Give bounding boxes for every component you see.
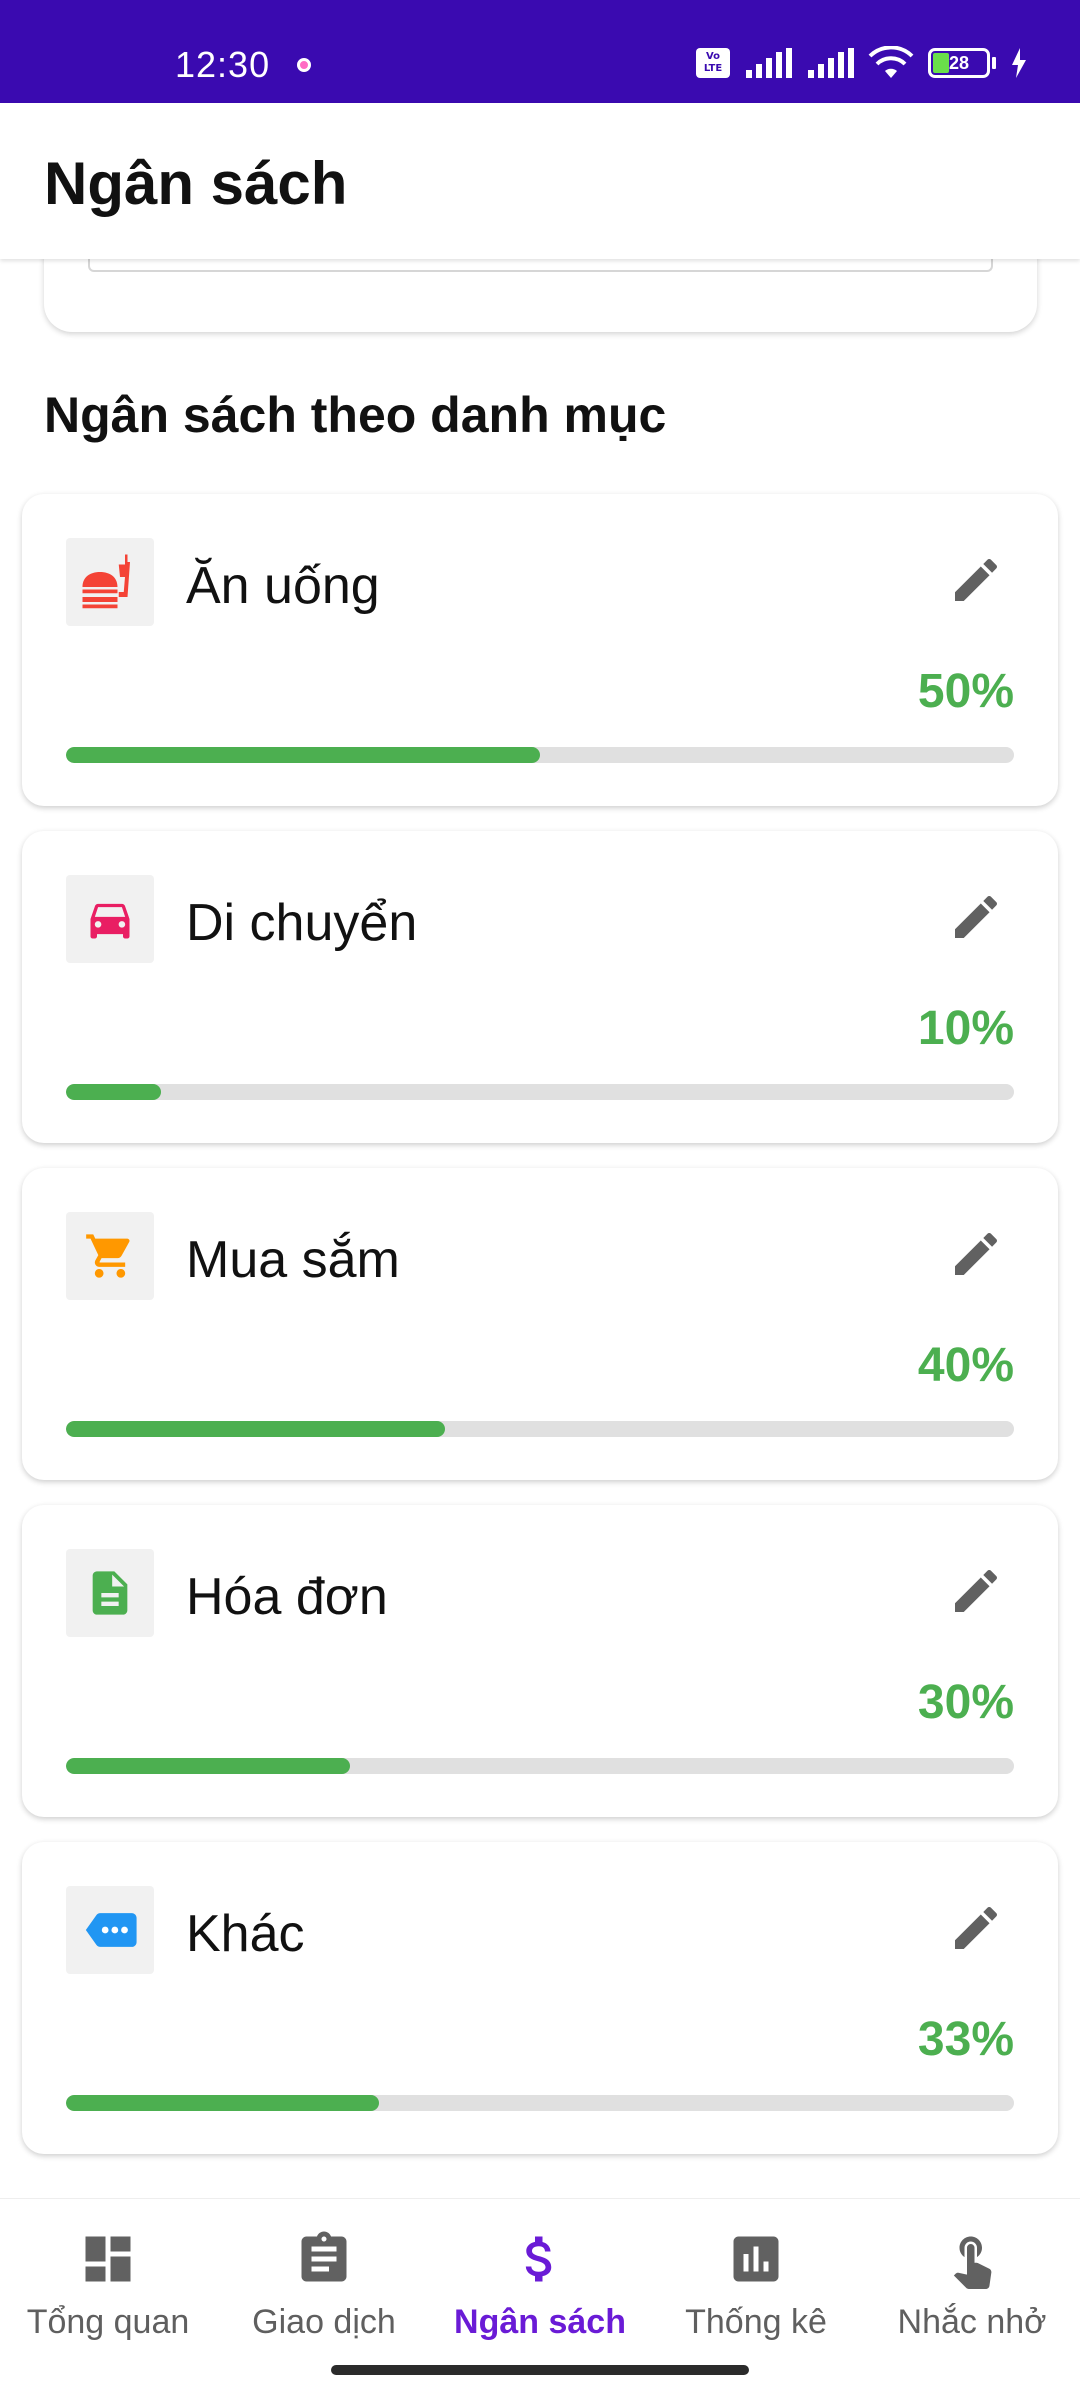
pencil-icon — [955, 558, 998, 601]
progress-track — [66, 2095, 1014, 2111]
category-card-khac[interactable]: Khác 33% — [22, 1842, 1058, 2154]
edit-button[interactable] — [940, 1218, 1012, 1290]
page-title: Ngân sách — [44, 150, 348, 217]
category-name: Mua sắm — [186, 1231, 400, 1289]
volte-icon: Vo LTE — [696, 48, 730, 78]
dollar-icon — [432, 2227, 648, 2291]
battery-level: 28 — [948, 53, 970, 73]
label-more-icon — [66, 1886, 154, 1974]
category-card-an-uong[interactable]: Ăn uống 50% — [22, 494, 1058, 806]
category-name: Di chuyển — [186, 894, 418, 952]
percent-label: 40% — [917, 1339, 1014, 1392]
progress-fill — [66, 747, 540, 763]
app-bar: Ngân sách — [0, 103, 1080, 259]
status-time: 12:30 — [175, 44, 271, 85]
pencil-icon — [955, 1232, 998, 1275]
nav-label: Tổng quan — [26, 2303, 190, 2341]
touch-icon — [864, 2227, 1080, 2291]
pencil-icon — [955, 1569, 998, 1612]
nav-item-giao-dich[interactable]: Giao dịch — [216, 2227, 432, 2342]
car-icon — [66, 875, 154, 963]
category-card-mua-sam[interactable]: Mua sắm 40% — [22, 1168, 1058, 1480]
edit-button[interactable] — [940, 1892, 1012, 1964]
percent-label: 10% — [917, 1002, 1014, 1055]
wifi-icon — [868, 46, 914, 78]
nav-item-ngan-sach[interactable]: Ngân sách — [432, 2227, 648, 2342]
edit-button[interactable] — [940, 1555, 1012, 1627]
category-card-di-chuyen[interactable]: Di chuyển 10% — [22, 831, 1058, 1143]
percent-label: 50% — [917, 665, 1014, 718]
category-name: Ăn uống — [186, 557, 380, 615]
progress-fill — [66, 1758, 351, 1774]
progress-fill — [66, 1084, 161, 1100]
edit-button[interactable] — [940, 544, 1012, 616]
nav-label: Ngân sách — [454, 2303, 626, 2341]
signal-icon — [746, 48, 792, 78]
category-name: Hóa đơn — [186, 1568, 388, 1626]
pencil-icon — [955, 1906, 998, 1949]
category-card-hoa-don[interactable]: Hóa đơn 30% — [22, 1505, 1058, 1817]
battery-icon: 28 — [928, 48, 990, 78]
clipboard-icon — [216, 2227, 432, 2291]
pencil-icon — [955, 895, 998, 938]
notification-dot-icon — [297, 58, 311, 72]
battery-cap — [992, 57, 996, 69]
percent-label: 33% — [917, 2013, 1014, 2066]
home-indicator[interactable] — [331, 2365, 749, 2375]
progress-track — [66, 1758, 1014, 1774]
progress-track — [66, 1421, 1014, 1437]
nav-item-tong-quan[interactable]: Tổng quan — [0, 2227, 216, 2342]
bill-icon — [66, 1549, 154, 1637]
section-title: Ngân sách theo danh mục — [44, 387, 667, 443]
signal-icon-2 — [808, 48, 854, 78]
nav-item-nhac-nho[interactable]: Nhắc nhở — [864, 2227, 1080, 2342]
progress-track — [66, 1084, 1014, 1100]
nav-label: Thống kê — [685, 2303, 827, 2341]
charging-icon — [1012, 48, 1026, 78]
dashboard-icon — [0, 2227, 216, 2291]
nav-label: Giao dịch — [252, 2303, 396, 2341]
status-icons: Vo LTE 28 — [696, 46, 1028, 80]
category-name: Khác — [186, 1905, 305, 1963]
progress-fill — [66, 1421, 446, 1437]
nav-item-thong-ke[interactable]: Thống kê — [648, 2227, 864, 2342]
shopping-cart-icon — [66, 1212, 154, 1300]
edit-button[interactable] — [940, 881, 1012, 953]
progress-fill — [66, 2095, 379, 2111]
status-bar: 12:30 Vo LTE 28 — [0, 0, 1080, 103]
progress-track — [66, 747, 1014, 763]
nav-label: Nhắc nhở — [897, 2303, 1047, 2341]
percent-label: 30% — [917, 1676, 1014, 1729]
fastfood-icon — [66, 538, 154, 626]
bar-chart-icon — [648, 2227, 864, 2291]
